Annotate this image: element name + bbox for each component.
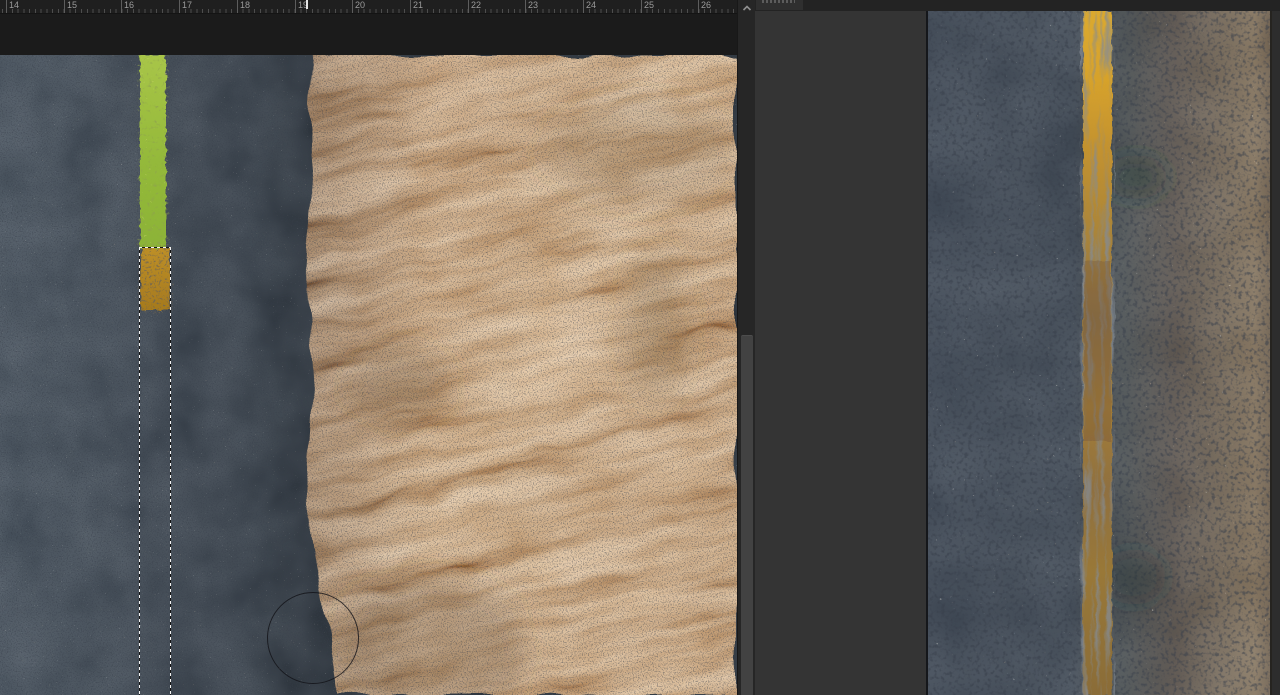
application-window: 14 15 16 17 18 19 20 21 22 23 24 25 26 <box>0 0 1280 695</box>
brush-cursor-outline <box>267 592 359 684</box>
ruler-unit-label: 14 <box>6 0 19 13</box>
primary-document-view[interactable]: 14 15 16 17 18 19 20 21 22 23 24 25 26 <box>0 0 756 695</box>
canvas-texture <box>0 55 737 695</box>
ruler-unit-label: 25 <box>641 0 654 13</box>
ruler-unit-label: 17 <box>179 0 192 13</box>
ruler-unit-label: 21 <box>410 0 423 13</box>
ruler-unit-label: 18 <box>237 0 250 13</box>
vertical-scrollbar[interactable] <box>737 0 756 695</box>
document-tab-bar <box>755 0 1280 11</box>
pasteboard <box>755 11 926 695</box>
marquee-edge-left <box>139 247 140 695</box>
marquee-edge-right <box>170 247 171 695</box>
ruler-unit-label: 26 <box>698 0 711 13</box>
pasteboard <box>0 14 737 55</box>
scroll-up-icon[interactable] <box>742 4 752 12</box>
horizontal-ruler[interactable]: 14 15 16 17 18 19 20 21 22 23 24 25 26 <box>0 0 737 14</box>
document-canvas[interactable] <box>0 55 737 695</box>
selection-marquee[interactable] <box>139 247 171 695</box>
ruler-unit-label: 20 <box>352 0 365 13</box>
secondary-document-view[interactable] <box>755 0 1280 695</box>
ruler-unit-label: 15 <box>64 0 77 13</box>
ruler-unit-label: 23 <box>525 0 538 13</box>
zoomed-road-image[interactable] <box>926 11 1272 695</box>
ruler-cursor-marker <box>306 0 308 9</box>
ruler-unit-label: 24 <box>583 0 596 13</box>
pasteboard <box>1272 11 1280 695</box>
marquee-edge-top <box>139 247 171 248</box>
ruler-ticks <box>0 9 737 13</box>
worn-yellow-line <box>1083 11 1112 695</box>
green-road-line <box>140 55 166 248</box>
scrollbar-thumb[interactable] <box>741 335 753 695</box>
document-tab[interactable] <box>756 0 803 10</box>
clipped-tab-label <box>762 0 795 3</box>
ruler-unit-label: 16 <box>121 0 134 13</box>
ruler-unit-label: 22 <box>468 0 481 13</box>
